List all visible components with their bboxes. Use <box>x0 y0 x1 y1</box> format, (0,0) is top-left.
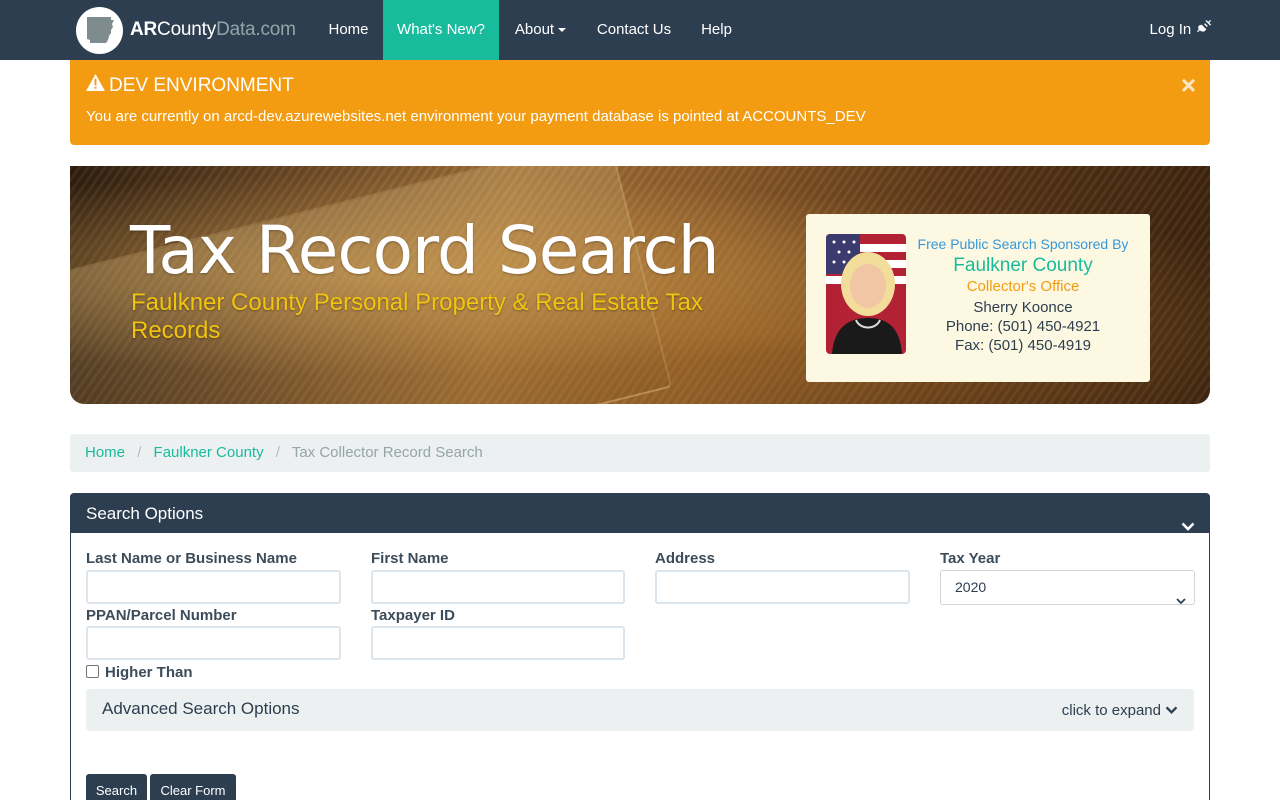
sponsor-phone: Phone: (501) 450-4921 <box>945 318 1101 335</box>
chevron-down-icon <box>1176 584 1186 617</box>
brand-data: Data.com <box>216 19 296 40</box>
taxpayer-id-input[interactable] <box>371 626 625 660</box>
login-link[interactable]: Log In <box>1138 0 1224 60</box>
alert-title: DEV ENVIRONMENT <box>86 74 294 97</box>
clear-form-button[interactable]: Clear Form <box>150 774 236 800</box>
dev-environment-alert: DEV ENVIRONMENT You are currently on arc… <box>70 60 1210 145</box>
nav-home[interactable]: Home <box>314 0 383 60</box>
advanced-search-title: Advanced Search Options <box>102 699 300 718</box>
tax-year-select[interactable]: 2020 <box>940 570 1195 605</box>
search-options-header[interactable]: Search Options <box>71 494 1209 533</box>
higher-than-checkbox[interactable] <box>86 665 99 678</box>
advanced-search-toggle[interactable]: Advanced Search Options click to expand <box>86 689 1194 731</box>
alert-title-text: DEV ENVIRONMENT <box>109 74 294 96</box>
collector-photo <box>826 234 906 354</box>
click-to-expand: click to expand <box>1062 702 1178 719</box>
sponsor-county: Faulkner County <box>953 255 1093 276</box>
taxpayer-id-label: Taxpayer ID <box>371 607 455 624</box>
higher-than-label: Higher Than <box>105 664 193 681</box>
hero-banner: Tax Record Search Faulkner County Person… <box>70 166 1210 404</box>
brand-county: County <box>157 19 217 40</box>
sponsor-office: Collector's Office <box>966 278 1080 295</box>
nav-about-dropdown[interactable]: About <box>499 0 582 60</box>
brand-logo-link[interactable]: ARCountyData.com <box>76 6 296 54</box>
tax-year-label: Tax Year <box>940 550 1001 567</box>
parcel-input[interactable] <box>86 626 341 660</box>
address-label: Address <box>655 550 716 567</box>
caret-down-icon <box>558 28 567 33</box>
first-name-label: First Name <box>371 550 449 567</box>
breadcrumb-home-link[interactable]: Home <box>85 444 125 461</box>
alert-message: You are currently on arcd-dev.azurewebsi… <box>86 108 866 125</box>
tax-year-selected-value: 2020 <box>955 579 987 595</box>
search-options-title: Search Options <box>86 504 204 523</box>
sponsor-fax: Fax: (501) 450-4919 <box>955 337 1091 354</box>
parcel-label: PPAN/Parcel Number <box>86 607 237 624</box>
warning-icon <box>86 74 105 97</box>
nav-contact-us[interactable]: Contact Us <box>582 0 686 60</box>
login-label: Log In <box>1149 21 1192 38</box>
last-name-input[interactable] <box>86 570 341 604</box>
page-title: Tax Record Search <box>130 212 720 289</box>
nav-help-label: Help <box>701 21 732 38</box>
nav-home-label: Home <box>328 21 369 38</box>
last-name-label: Last Name or Business Name <box>86 550 297 567</box>
breadcrumb-current: Tax Collector Record Search <box>291 444 483 461</box>
chevron-down-icon <box>1165 706 1178 714</box>
breadcrumb: Home / Faulkner County / Tax Collector R… <box>70 434 1210 472</box>
search-options-panel: Search Options Last Name or Business Nam… <box>70 493 1210 800</box>
page-subtitle: Faulkner County Personal Property & Real… <box>131 289 703 344</box>
top-navbar: ARCountyData.com Home What's New? About … <box>0 0 1280 60</box>
plug-icon <box>1197 0 1212 60</box>
sponsor-heading: Free Public Search Sponsored By <box>917 236 1129 252</box>
breadcrumb-separator: / <box>137 444 142 461</box>
first-name-input[interactable] <box>371 570 625 604</box>
arkansas-state-icon <box>76 6 123 54</box>
click-to-expand-label: click to expand <box>1061 702 1161 719</box>
brand-ar: AR <box>130 19 158 40</box>
brand-name: ARCountyData.com <box>130 19 296 41</box>
chevron-down-icon <box>1181 507 1195 546</box>
breadcrumb-separator: / <box>275 444 280 461</box>
breadcrumb-county-link[interactable]: Faulkner County <box>154 444 264 461</box>
search-button[interactable]: Search <box>86 774 147 800</box>
sponsor-name: Sherry Koonce <box>973 299 1073 316</box>
nav-contact-label: Contact Us <box>596 21 672 38</box>
close-alert-button[interactable]: × <box>1181 72 1196 98</box>
nav-about-label: About <box>514 21 555 38</box>
nav-whats-new[interactable]: What's New? <box>383 0 499 60</box>
sponsor-info: Free Public Search Sponsored By Faulkner… <box>910 236 1136 354</box>
nav-whats-new-label: What's New? <box>397 21 485 38</box>
address-input[interactable] <box>655 570 910 604</box>
nav-help[interactable]: Help <box>686 0 747 60</box>
sponsor-card: Free Public Search Sponsored By Faulkner… <box>806 214 1150 382</box>
